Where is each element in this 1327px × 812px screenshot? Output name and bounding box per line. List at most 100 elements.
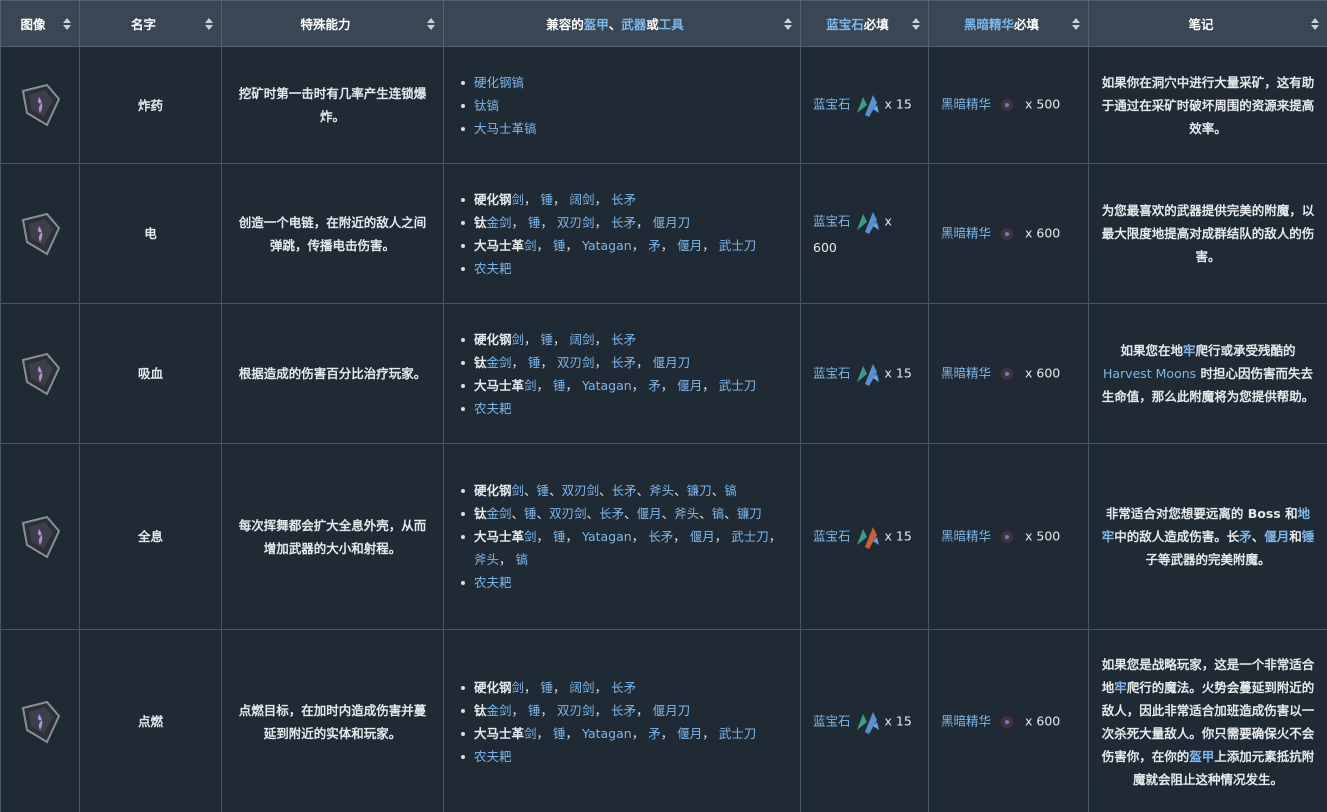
item-link[interactable]: 剑 bbox=[512, 483, 525, 498]
dungeon-link[interactable]: 牢 bbox=[1114, 680, 1127, 695]
item-link[interactable]: 阔剑 bbox=[570, 332, 595, 347]
sort-icon[interactable] bbox=[784, 17, 792, 30]
hammer-link[interactable]: 锤 bbox=[1302, 529, 1315, 544]
item-link[interactable]: 锤 bbox=[537, 483, 550, 498]
item-link[interactable]: 剑 bbox=[524, 238, 537, 253]
item-link[interactable]: 偃月 bbox=[690, 529, 715, 544]
sort-icon[interactable] bbox=[63, 17, 71, 30]
item-link[interactable]: 武士刀 bbox=[731, 529, 769, 544]
item-link[interactable]: 金剑 bbox=[487, 506, 512, 521]
item-link[interactable]: 锤 bbox=[553, 378, 566, 393]
item-link[interactable]: 镰刀 bbox=[737, 506, 762, 521]
item-link[interactable]: 长矛 bbox=[611, 332, 636, 347]
item-link[interactable]: 剑 bbox=[512, 332, 525, 347]
item-link[interactable]: 长矛 bbox=[612, 483, 637, 498]
item-link[interactable]: 镰刀 bbox=[687, 483, 712, 498]
header-dark-essence[interactable]: 黑暗精华必填 bbox=[928, 0, 1089, 47]
sort-icon[interactable] bbox=[1311, 17, 1319, 30]
item-link[interactable]: 偃月 bbox=[677, 238, 702, 253]
item-link[interactable]: 斧头 bbox=[649, 483, 674, 498]
item-link[interactable]: Yatagan bbox=[582, 238, 632, 253]
item-link[interactable]: 剑 bbox=[524, 378, 537, 393]
item-link[interactable]: 锤 bbox=[541, 680, 554, 695]
sapphire-link[interactable]: 蓝宝石 bbox=[826, 17, 864, 32]
item-link[interactable]: 剑 bbox=[524, 726, 537, 741]
weapon-link[interactable]: 武器 bbox=[621, 17, 646, 32]
item-link[interactable]: 锤 bbox=[528, 355, 541, 370]
item-link[interactable]: 武士刀 bbox=[719, 238, 757, 253]
sort-icon[interactable] bbox=[912, 17, 920, 30]
sort-icon[interactable] bbox=[205, 17, 213, 30]
item-link[interactable]: 农夫耙 bbox=[474, 261, 512, 276]
item-link[interactable]: 剑 bbox=[512, 680, 525, 695]
armor-link[interactable]: 盔甲 bbox=[584, 17, 609, 32]
item-link[interactable]: 锤 bbox=[528, 703, 541, 718]
item-link[interactable]: 长矛 bbox=[611, 215, 636, 230]
item-link[interactable]: 硬化钢镐 bbox=[474, 75, 524, 90]
item-link[interactable]: 偃月刀 bbox=[653, 355, 691, 370]
dark-essence-link[interactable]: 黑暗精华 bbox=[964, 17, 1014, 32]
item-link[interactable]: 农夫耙 bbox=[474, 575, 512, 590]
item-link[interactable]: 偃月刀 bbox=[653, 703, 691, 718]
dark-essence-link[interactable]: 黑暗精华 bbox=[941, 97, 991, 112]
item-link[interactable]: 锤 bbox=[541, 332, 554, 347]
item-link[interactable]: 阔剑 bbox=[570, 192, 595, 207]
header-notes[interactable]: 笔记 bbox=[1088, 0, 1327, 47]
sort-icon[interactable] bbox=[1072, 17, 1080, 30]
tool-link[interactable]: 工具 bbox=[659, 17, 684, 32]
header-image[interactable]: 图像 bbox=[0, 0, 80, 47]
item-link[interactable]: 偃月刀 bbox=[653, 215, 691, 230]
item-link[interactable]: 长矛 bbox=[611, 355, 636, 370]
item-link[interactable]: 剑 bbox=[524, 529, 537, 544]
header-sapphire[interactable]: 蓝宝石必填 bbox=[800, 0, 929, 47]
item-link[interactable]: 镐 bbox=[712, 506, 725, 521]
header-name[interactable]: 名字 bbox=[79, 0, 222, 47]
item-link[interactable]: 双刃剑 bbox=[562, 483, 600, 498]
item-link[interactable]: 双刃剑 bbox=[557, 703, 595, 718]
item-link[interactable]: 钛镐 bbox=[474, 98, 499, 113]
item-link[interactable]: 锤 bbox=[553, 238, 566, 253]
item-link[interactable]: 农夫耙 bbox=[474, 401, 512, 416]
item-link[interactable]: 农夫耙 bbox=[474, 749, 512, 764]
dungeon-link[interactable]: 牢 bbox=[1183, 343, 1196, 358]
item-link[interactable]: 长矛 bbox=[611, 680, 636, 695]
item-link[interactable]: 双刃剑 bbox=[557, 215, 595, 230]
item-link[interactable]: 金剑 bbox=[487, 355, 512, 370]
dark-essence-link[interactable]: 黑暗精华 bbox=[941, 713, 991, 728]
item-link[interactable]: 金剑 bbox=[487, 703, 512, 718]
item-link[interactable]: 偃月 bbox=[677, 726, 702, 741]
item-link[interactable]: 长矛 bbox=[611, 192, 636, 207]
item-link[interactable]: 镐 bbox=[724, 483, 737, 498]
armor-link[interactable]: 盔甲 bbox=[1189, 749, 1214, 764]
item-link[interactable]: 镐 bbox=[516, 552, 529, 567]
item-link[interactable]: Yatagan bbox=[582, 726, 632, 741]
sapphire-link[interactable]: 蓝宝石 bbox=[813, 713, 851, 728]
sort-icon[interactable] bbox=[427, 17, 435, 30]
item-link[interactable]: 斧头 bbox=[474, 552, 499, 567]
item-link[interactable]: 长矛 bbox=[611, 703, 636, 718]
sapphire-link[interactable]: 蓝宝石 bbox=[813, 214, 851, 229]
glaive-link[interactable]: 偃月 bbox=[1264, 529, 1289, 544]
item-link[interactable]: 锤 bbox=[553, 726, 566, 741]
header-compat[interactable]: 兼容的盔甲、武器或工具 bbox=[443, 0, 801, 47]
item-link[interactable]: 锤 bbox=[541, 192, 554, 207]
item-link[interactable]: 锤 bbox=[553, 529, 566, 544]
item-link[interactable]: 矛 bbox=[648, 378, 661, 393]
item-link[interactable]: 长矛 bbox=[648, 529, 673, 544]
dark-essence-link[interactable]: 黑暗精华 bbox=[941, 365, 991, 380]
item-link[interactable]: 剑 bbox=[512, 192, 525, 207]
dark-essence-link[interactable]: 黑暗精华 bbox=[941, 528, 991, 543]
item-link[interactable]: 双刃剑 bbox=[557, 355, 595, 370]
harvest-moons-link[interactable]: Harvest Moons bbox=[1103, 366, 1196, 381]
sapphire-link[interactable]: 蓝宝石 bbox=[813, 365, 851, 380]
item-link[interactable]: 双刃剑 bbox=[549, 506, 587, 521]
item-link[interactable]: Yatagan bbox=[582, 378, 632, 393]
item-link[interactable]: 偃月 bbox=[677, 378, 702, 393]
item-link[interactable]: Yatagan bbox=[582, 529, 632, 544]
item-link[interactable]: 矛 bbox=[648, 726, 661, 741]
item-link[interactable]: 武士刀 bbox=[719, 726, 757, 741]
item-link[interactable]: 锤 bbox=[524, 506, 537, 521]
item-link[interactable]: 斧头 bbox=[674, 506, 699, 521]
dark-essence-link[interactable]: 黑暗精华 bbox=[941, 225, 991, 240]
header-ability[interactable]: 特殊能力 bbox=[221, 0, 444, 47]
